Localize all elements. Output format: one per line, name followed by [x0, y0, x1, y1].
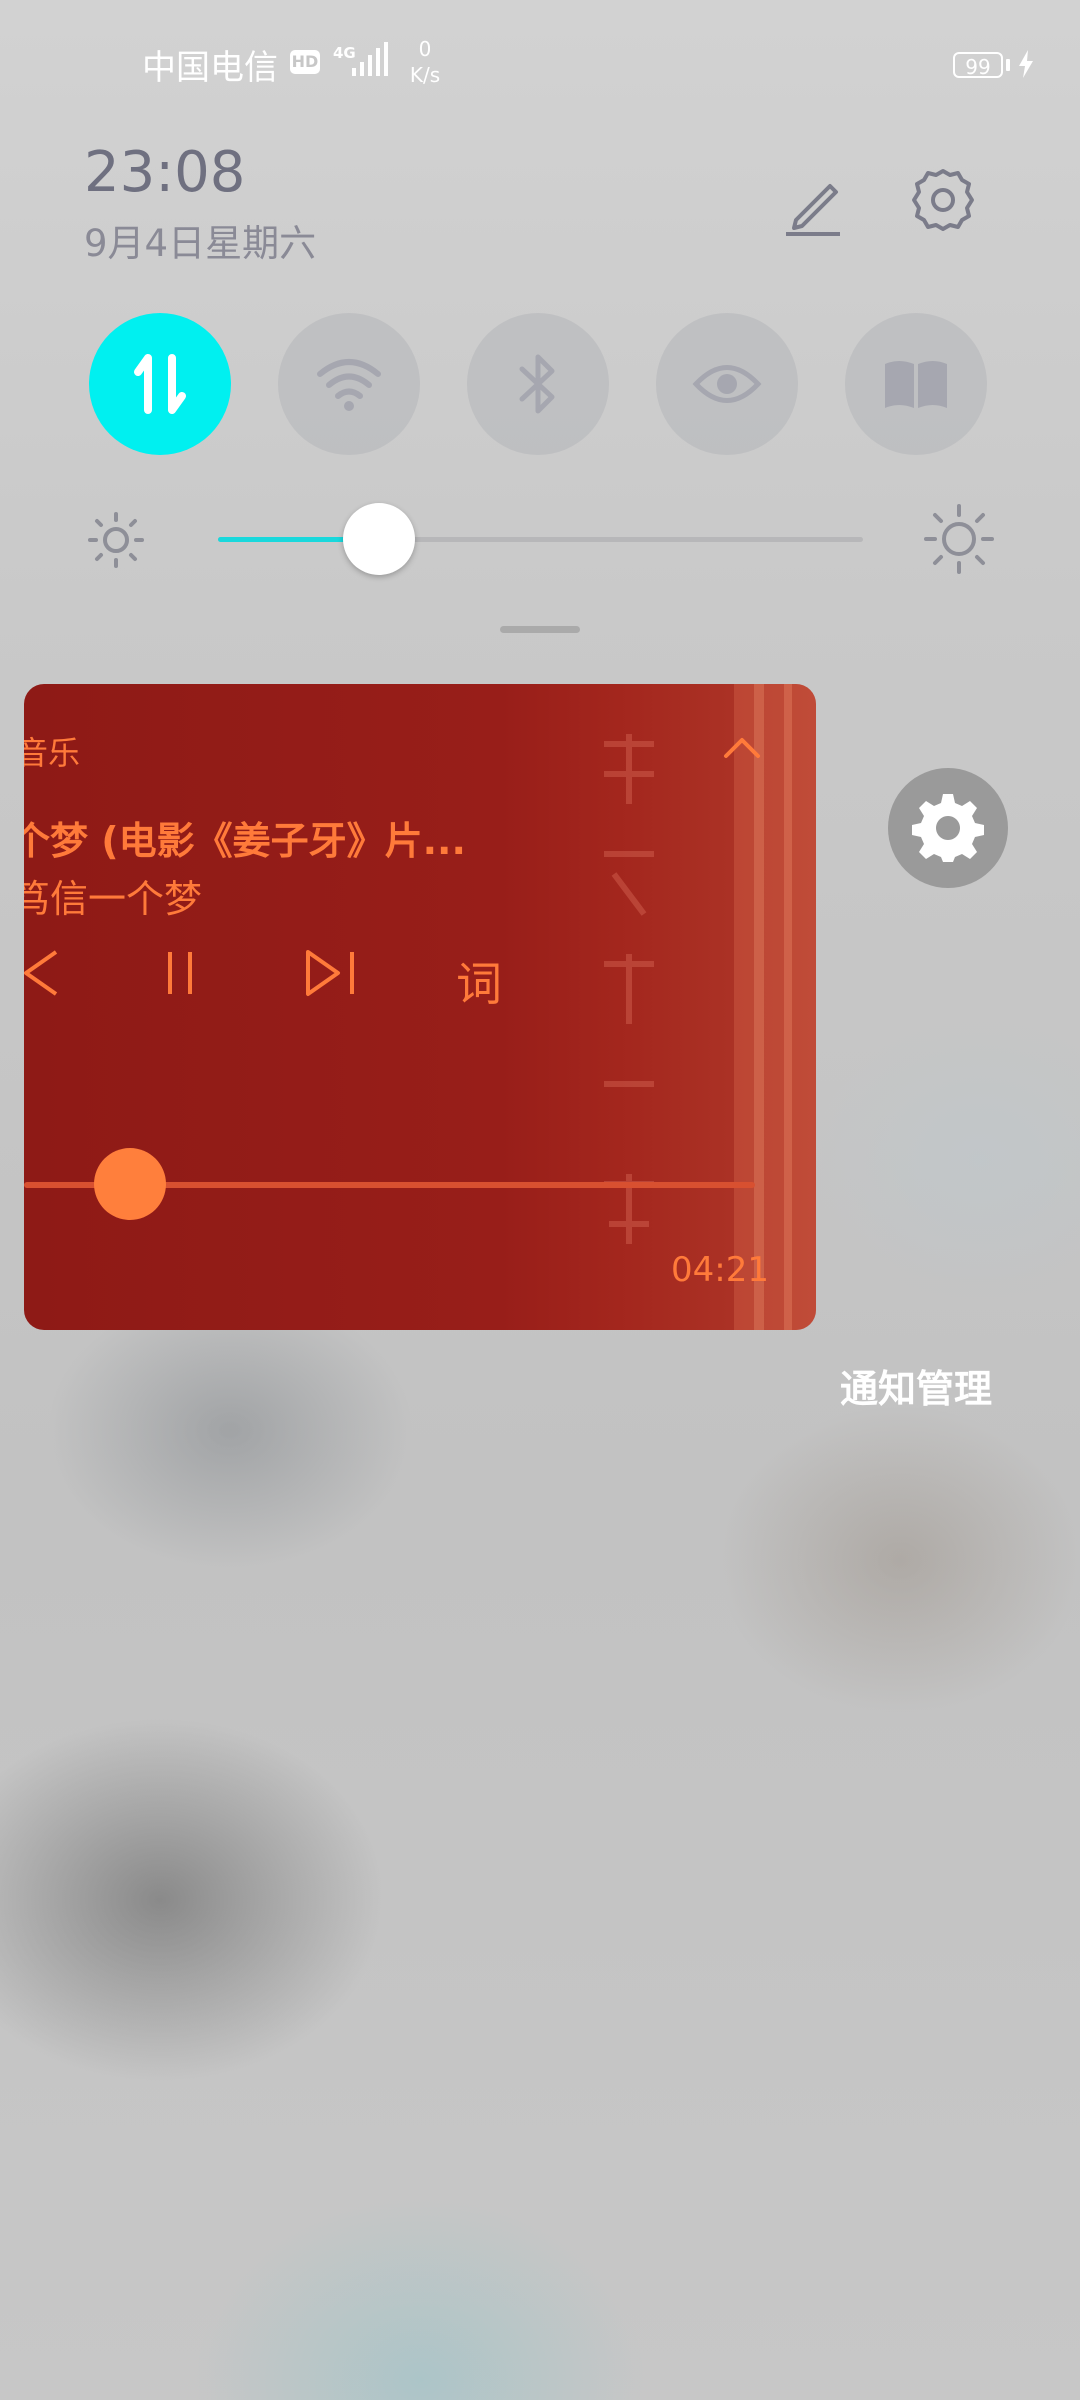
- edit-icon[interactable]: [778, 168, 848, 238]
- charging-bolt-icon: [1019, 50, 1033, 78]
- clock-time: 23:08: [84, 140, 246, 205]
- pause-icon[interactable]: [160, 946, 200, 1000]
- wifi-icon: [317, 359, 381, 411]
- song-artist: 笃信一个梦: [24, 877, 203, 921]
- panel-drag-handle[interactable]: [500, 626, 580, 633]
- hd-badge: HD: [290, 50, 320, 74]
- album-art-background: [604, 684, 816, 1330]
- notification-manage-link[interactable]: 通知管理: [840, 1358, 992, 1413]
- bluetooth-toggle[interactable]: [467, 313, 609, 455]
- reading-mode-toggle[interactable]: [845, 313, 987, 455]
- lyrics-button[interactable]: 词: [456, 948, 502, 1014]
- battery-tip: [1006, 59, 1010, 71]
- next-icon[interactable]: [302, 946, 362, 1000]
- battery-icon: 99: [953, 52, 1003, 79]
- music-player-card[interactable]: 音乐 个梦 (电影《姜子牙》片... 笃信一个梦 词 04:21: [24, 684, 816, 1330]
- music-app-name: 音乐: [24, 734, 81, 772]
- collapse-chevron-icon[interactable]: [720, 732, 764, 762]
- carrier-label: 中国电信: [142, 48, 278, 88]
- settings-icon[interactable]: [908, 165, 978, 235]
- brightness-slider[interactable]: [218, 503, 863, 575]
- gear-icon: [912, 794, 984, 862]
- speed-unit: K/s: [409, 63, 441, 87]
- previous-icon[interactable]: [24, 946, 62, 1000]
- eye-comfort-toggle[interactable]: [656, 313, 798, 455]
- wifi-toggle[interactable]: [278, 313, 420, 455]
- speed-value: 0: [418, 37, 432, 61]
- brightness-low-icon: [88, 512, 144, 568]
- brightness-high-icon: [924, 504, 994, 574]
- song-duration: 04:21: [671, 1250, 769, 1290]
- eye-icon: [692, 365, 762, 403]
- network-speed: 0 K/s: [400, 36, 450, 88]
- battery-level: 99: [965, 55, 991, 79]
- status-bar: 中国电信 HD 4G 0 K/s 99: [0, 0, 1080, 130]
- playback-progress-thumb[interactable]: [94, 1148, 166, 1220]
- signal-icon: [352, 42, 388, 76]
- bluetooth-icon: [519, 354, 555, 414]
- clock-date: 9月4日星期六: [84, 222, 317, 265]
- brightness-slider-thumb[interactable]: [343, 503, 416, 575]
- song-title: 个梦 (电影《姜子牙》片...: [24, 819, 466, 863]
- notification-settings-button[interactable]: [888, 768, 1008, 888]
- data-transfer-icon: [134, 354, 186, 414]
- mobile-data-toggle[interactable]: [89, 313, 231, 455]
- book-icon: [885, 361, 947, 408]
